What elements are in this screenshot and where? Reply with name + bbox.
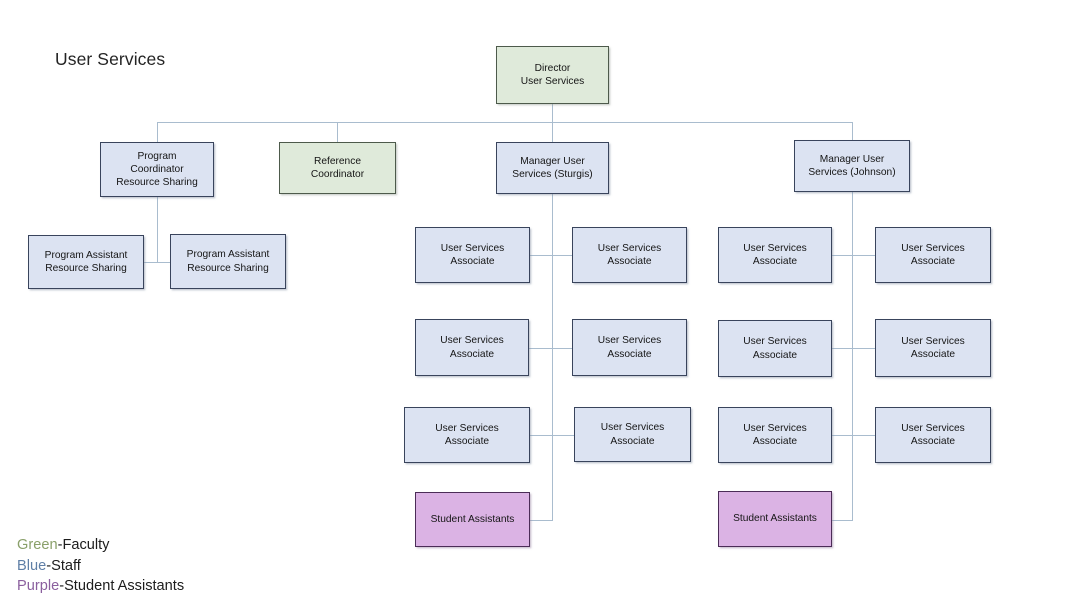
connector-drop-mgr-sturgis [552, 122, 553, 142]
node-associate-johnson-1b[interactable]: User Services Associate [875, 227, 991, 283]
node-label: Student Assistants [733, 513, 817, 525]
legend-meaning-purple: Student Assistants [64, 578, 185, 594]
connector-sturgis-row1-left [530, 255, 553, 256]
node-label: User Services Associate [440, 335, 504, 360]
connector-johnson-row2-left [832, 348, 853, 349]
connector-drop-prog-coord [157, 122, 158, 142]
node-label: User Services Associate [440, 242, 505, 267]
node-label: Manager User Services (Johnson) [808, 153, 896, 178]
connector-sturgis-row2-right [552, 348, 573, 349]
connector-sturgis-row1-right [552, 255, 573, 256]
node-label: User Services Associate [743, 422, 807, 447]
legend-swatch-purple: Purple [17, 578, 60, 594]
node-label: User Services Associate [901, 335, 965, 360]
node-label: User Services Associate [600, 422, 665, 447]
node-student-assistants-johnson[interactable]: Student Assistants [718, 491, 832, 547]
connector-sturgis-spine [552, 194, 553, 520]
connector-johnson-row3-right [852, 435, 876, 436]
connector-prog-assistant-bus [144, 262, 170, 263]
node-label: User Services Associate [901, 422, 965, 447]
connector-johnson-spine [852, 192, 853, 520]
node-label: Student Assistants [430, 513, 515, 525]
node-associate-johnson-2a[interactable]: User Services Associate [718, 320, 832, 377]
node-associate-johnson-2b[interactable]: User Services Associate [875, 319, 991, 377]
connector-sturgis-row3-left [530, 435, 553, 436]
node-manager-johnson[interactable]: Manager User Services (Johnson) [794, 140, 910, 192]
node-label: User Services Associate [743, 242, 807, 267]
connector-sturgis-row3-right [552, 435, 575, 436]
node-program-assistant-1[interactable]: Program Assistant Resource Sharing [28, 235, 144, 289]
connector-drop-mgr-johnson [852, 122, 853, 140]
connector-johnson-student [832, 520, 853, 521]
node-associate-sturgis-2a[interactable]: User Services Associate [415, 319, 529, 376]
node-program-assistant-2[interactable]: Program Assistant Resource Sharing [170, 234, 286, 289]
node-label: User Services Associate [597, 335, 662, 360]
connector-johnson-row2-right [852, 348, 876, 349]
node-label: Reference Coordinator [310, 155, 365, 180]
legend-item-purple: Purple-Student Assistants [17, 576, 184, 597]
node-associate-johnson-1a[interactable]: User Services Associate [718, 227, 832, 283]
legend-meaning-green: Faculty [62, 537, 110, 553]
node-associate-sturgis-3a[interactable]: User Services Associate [404, 407, 530, 463]
legend: Green-Faculty Blue-Staff Purple-Student … [17, 535, 184, 597]
connector-johnson-row1-left [832, 255, 853, 256]
node-associate-sturgis-3b[interactable]: User Services Associate [574, 407, 691, 462]
org-chart-canvas: User Services Director User Services Prog… [0, 0, 1088, 612]
page-title: User Services [55, 49, 166, 69]
node-label: Program Assistant Resource Sharing [186, 249, 270, 274]
legend-item-blue: Blue-Staff [17, 556, 184, 577]
node-reference-coordinator[interactable]: Reference Coordinator [279, 142, 396, 194]
legend-item-green: Green-Faculty [17, 535, 184, 556]
node-label: Program Assistant Resource Sharing [44, 249, 128, 274]
node-associate-sturgis-1a[interactable]: User Services Associate [415, 227, 530, 283]
node-manager-sturgis[interactable]: Manager User Services (Sturgis) [496, 142, 609, 194]
node-student-assistants-sturgis[interactable]: Student Assistants [415, 492, 530, 547]
connector-director-stem [552, 104, 553, 123]
connector-drop-ref-coord [337, 122, 338, 142]
connector-prog-coord-spine [157, 197, 158, 262]
legend-meaning-blue: Staff [51, 557, 81, 574]
node-label: Program Coordinator Resource Sharing [116, 150, 198, 189]
node-label: User Services Associate [901, 242, 965, 267]
connector-sturgis-row2-left [529, 348, 553, 349]
node-director[interactable]: Director User Services [496, 46, 609, 104]
legend-swatch-blue: Blue [17, 557, 47, 574]
connector-sturgis-student [530, 520, 553, 521]
node-associate-johnson-3b[interactable]: User Services Associate [875, 407, 991, 463]
node-program-coordinator[interactable]: Program Coordinator Resource Sharing [100, 142, 214, 197]
node-label: User Services Associate [435, 422, 499, 447]
node-label: Director User Services [520, 62, 585, 87]
node-associate-johnson-3a[interactable]: User Services Associate [718, 407, 832, 463]
legend-swatch-green: Green [17, 537, 58, 553]
node-associate-sturgis-1b[interactable]: User Services Associate [572, 227, 687, 283]
connector-johnson-row1-right [852, 255, 876, 256]
node-associate-sturgis-2b[interactable]: User Services Associate [572, 319, 687, 376]
node-label: Manager User Services (Sturgis) [512, 155, 593, 180]
connector-level1-bus [157, 122, 853, 123]
connector-johnson-row3-left [832, 435, 853, 436]
node-label: User Services Associate [597, 242, 662, 267]
node-label: User Services Associate [743, 336, 807, 361]
